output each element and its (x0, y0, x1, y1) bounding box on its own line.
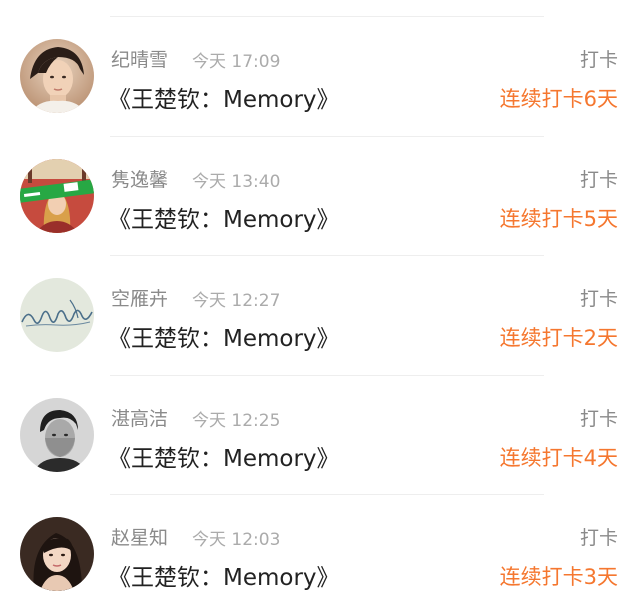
checkin-action-label: 打卡 (579, 407, 618, 430)
checkin-action-label: 打卡 (579, 168, 618, 191)
user-name[interactable]: 空雁卉 (111, 284, 168, 311)
post-time: 今天 12:27 (192, 291, 281, 311)
post-time: 今天 17:09 (192, 52, 281, 72)
post-title[interactable]: 《王楚钦：Memory》 (108, 80, 340, 114)
streak-text: 连续打卡6天 (499, 87, 618, 111)
checkin-row[interactable]: 湛高洁 今天 12:25 打卡 《王楚钦：Memory》 连续打卡4天 (0, 376, 640, 495)
streak-text: 连续打卡2天 (499, 326, 618, 350)
portrait-photo-icon (20, 517, 94, 591)
streak-text: 连续打卡4天 (499, 445, 618, 470)
checkin-row[interactable]: 赵星知 今天 12:03 打卡 《王楚钦：Memory》 连续打卡3天 (0, 495, 640, 615)
post-title[interactable]: 《王楚钦：Memory》 (108, 200, 340, 234)
post-title[interactable]: 《王楚钦：Memory》 (108, 439, 340, 473)
user-name[interactable]: 纪晴雪 (111, 45, 168, 72)
checkin-row[interactable]: 空雁卉 今天 12:27 打卡 《王楚钦：Memory》 连续打卡2天 (0, 256, 640, 376)
grayscale-portrait-photo-icon (20, 397, 94, 472)
post-time: 今天 12:03 (192, 530, 281, 550)
user-name[interactable]: 湛高洁 (111, 404, 168, 431)
checkin-row[interactable]: 隽逸馨 今天 13:40 打卡 《王楚钦：Memory》 连续打卡5天 (0, 137, 640, 256)
post-title[interactable]: 《王楚钦：Memory》 (108, 558, 340, 592)
checkin-action-label: 打卡 (579, 527, 618, 549)
user-avatar[interactable] (20, 517, 94, 591)
post-time: 今天 13:40 (192, 171, 281, 192)
user-avatar[interactable] (20, 397, 94, 472)
checkin-row[interactable]: 纪晴雪 今天 17:09 打卡 《王楚钦：Memory》 连续打卡6天 (0, 17, 640, 137)
streak-text: 连续打卡3天 (499, 565, 618, 589)
post-title[interactable]: 《王楚钦：Memory》 (108, 319, 340, 353)
handwriting-photo-icon (20, 278, 94, 352)
user-name[interactable]: 赵星知 (111, 523, 168, 550)
user-avatar[interactable] (20, 158, 94, 233)
user-name[interactable]: 隽逸馨 (111, 165, 168, 192)
checkin-action-label: 打卡 (579, 288, 618, 310)
user-avatar[interactable] (20, 39, 94, 113)
post-time: 今天 12:25 (192, 410, 281, 431)
checkin-list: 纪晴雪 今天 17:09 打卡 《王楚钦：Memory》 连续打卡6天 隽逸馨 … (0, 17, 640, 615)
streak-text: 连续打卡5天 (499, 206, 618, 231)
user-avatar[interactable] (20, 278, 94, 352)
portrait-photo-icon (20, 39, 94, 113)
checkin-action-label: 打卡 (579, 49, 618, 71)
banner-portrait-photo-icon (20, 158, 94, 233)
